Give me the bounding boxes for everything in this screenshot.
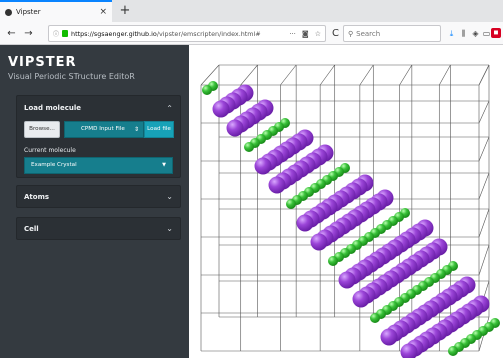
file-format-select[interactable]: CPMD Input File ⇕ xyxy=(64,121,144,138)
cell-edge xyxy=(319,64,335,86)
cell-label: Cell xyxy=(24,224,39,233)
search-input[interactable] xyxy=(356,29,437,38)
favicon-icon xyxy=(5,8,12,16)
app-subtitle: Visual Periodic STructure EditoR xyxy=(8,72,135,81)
app-title: VIPSTER xyxy=(8,55,77,70)
library-icon[interactable]: ⫼ xyxy=(458,28,469,39)
url-path: /vipster/emscripten/index.html# xyxy=(156,29,261,38)
new-tab-button[interactable]: + xyxy=(116,2,134,20)
file-format-value: CPMD Input File xyxy=(81,126,125,132)
atom-green xyxy=(448,346,458,356)
cell-header[interactable]: Cell ⌄ xyxy=(17,218,180,239)
search-bar[interactable]: ⚲ xyxy=(343,25,441,42)
back-button[interactable]: ← xyxy=(4,26,19,41)
cell-edge xyxy=(439,64,451,86)
atom-purple xyxy=(254,157,272,175)
navigation-bar: ← → ⓘ https://sgsaenger.github.io/vipste… xyxy=(0,22,503,45)
cell-edge xyxy=(280,64,297,86)
atom-green xyxy=(328,256,338,266)
url-text[interactable]: https://sgsaenger.github.io/vipster/emsc… xyxy=(71,30,283,38)
cell-edge xyxy=(399,64,413,86)
info-icon[interactable]: ⓘ xyxy=(53,29,59,38)
atom-purple xyxy=(268,176,286,194)
cell-edge xyxy=(478,136,490,162)
atom-purple xyxy=(296,214,314,232)
tab-strip: Vipster × + xyxy=(0,0,503,22)
page-actions-icon[interactable]: ··· xyxy=(289,30,296,38)
updown-arrows-icon: ⇕ xyxy=(133,126,139,133)
load-molecule-header[interactable]: Load molecule ⌃ xyxy=(17,96,180,120)
atom-purple xyxy=(352,290,370,308)
chevron-down-icon: ▼ xyxy=(162,162,166,168)
cell-edge xyxy=(359,64,374,86)
cell-edge xyxy=(478,172,490,200)
close-tab-icon[interactable]: × xyxy=(99,7,107,17)
load-molecule-panel: Load molecule ⌃ Browse... CPMD Input Fil… xyxy=(16,95,181,178)
chevron-up-icon: ⌃ xyxy=(166,103,173,113)
atoms-panel[interactable]: Atoms ⌄ xyxy=(16,185,181,208)
atom-purple xyxy=(226,119,244,137)
cell-edge xyxy=(478,208,490,238)
url-host: https://sgsaenger.github.io xyxy=(71,29,157,38)
atom-purple xyxy=(212,100,230,118)
atom-purple xyxy=(380,328,398,346)
current-molecule-label: Current molecule xyxy=(24,147,76,154)
tab-title: Vipster xyxy=(16,8,41,16)
atom-green xyxy=(370,313,380,323)
extension-icon[interactable]: ◼ xyxy=(491,28,501,38)
search-icon: ⚲ xyxy=(348,29,354,38)
forward-button[interactable]: → xyxy=(21,26,36,41)
sidebar: VIPSTER Visual Periodic STructure EditoR… xyxy=(0,45,189,358)
shield-icon[interactable]: ◈ xyxy=(470,28,481,39)
atom-green xyxy=(202,85,212,95)
atom-purple xyxy=(310,233,328,251)
atom-purple xyxy=(338,271,356,289)
cell-panel[interactable]: Cell ⌄ xyxy=(16,217,181,240)
atoms-header[interactable]: Atoms ⌄ xyxy=(17,186,180,207)
pocket-icon[interactable]: ◙ xyxy=(302,30,309,38)
lock-icon xyxy=(62,30,69,37)
browse-button[interactable]: Browse... xyxy=(24,121,60,138)
crystal-render[interactable] xyxy=(189,45,503,358)
url-bar[interactable]: ⓘ https://sgsaenger.github.io/vipster/em… xyxy=(48,25,326,42)
cell-edge xyxy=(240,64,258,86)
chevron-down-icon: ⌄ xyxy=(166,224,173,233)
app-window: Vipster × + ← → ⓘ https://sgsaenger.gith… xyxy=(0,0,503,358)
load-molecule-label: Load molecule xyxy=(24,104,81,112)
browser-tab[interactable]: Vipster × xyxy=(0,0,112,22)
cell-edge xyxy=(478,64,490,86)
atom-green xyxy=(244,142,254,152)
bookmark-star-icon[interactable]: ☆ xyxy=(315,30,321,38)
cell-edge xyxy=(478,100,490,124)
load-file-button[interactable]: Load file xyxy=(144,121,174,138)
current-molecule-value: Example Crystal xyxy=(31,162,77,168)
molecule-viewer[interactable] xyxy=(189,45,503,358)
reload-button[interactable]: C xyxy=(328,26,343,41)
atom-green xyxy=(286,199,296,209)
current-molecule-select[interactable]: Example Crystal ▼ xyxy=(24,157,173,174)
download-icon[interactable]: ⤓ xyxy=(446,28,457,39)
cell-edge xyxy=(478,244,490,276)
atoms-label: Atoms xyxy=(24,192,50,201)
chevron-down-icon: ⌄ xyxy=(166,192,173,201)
